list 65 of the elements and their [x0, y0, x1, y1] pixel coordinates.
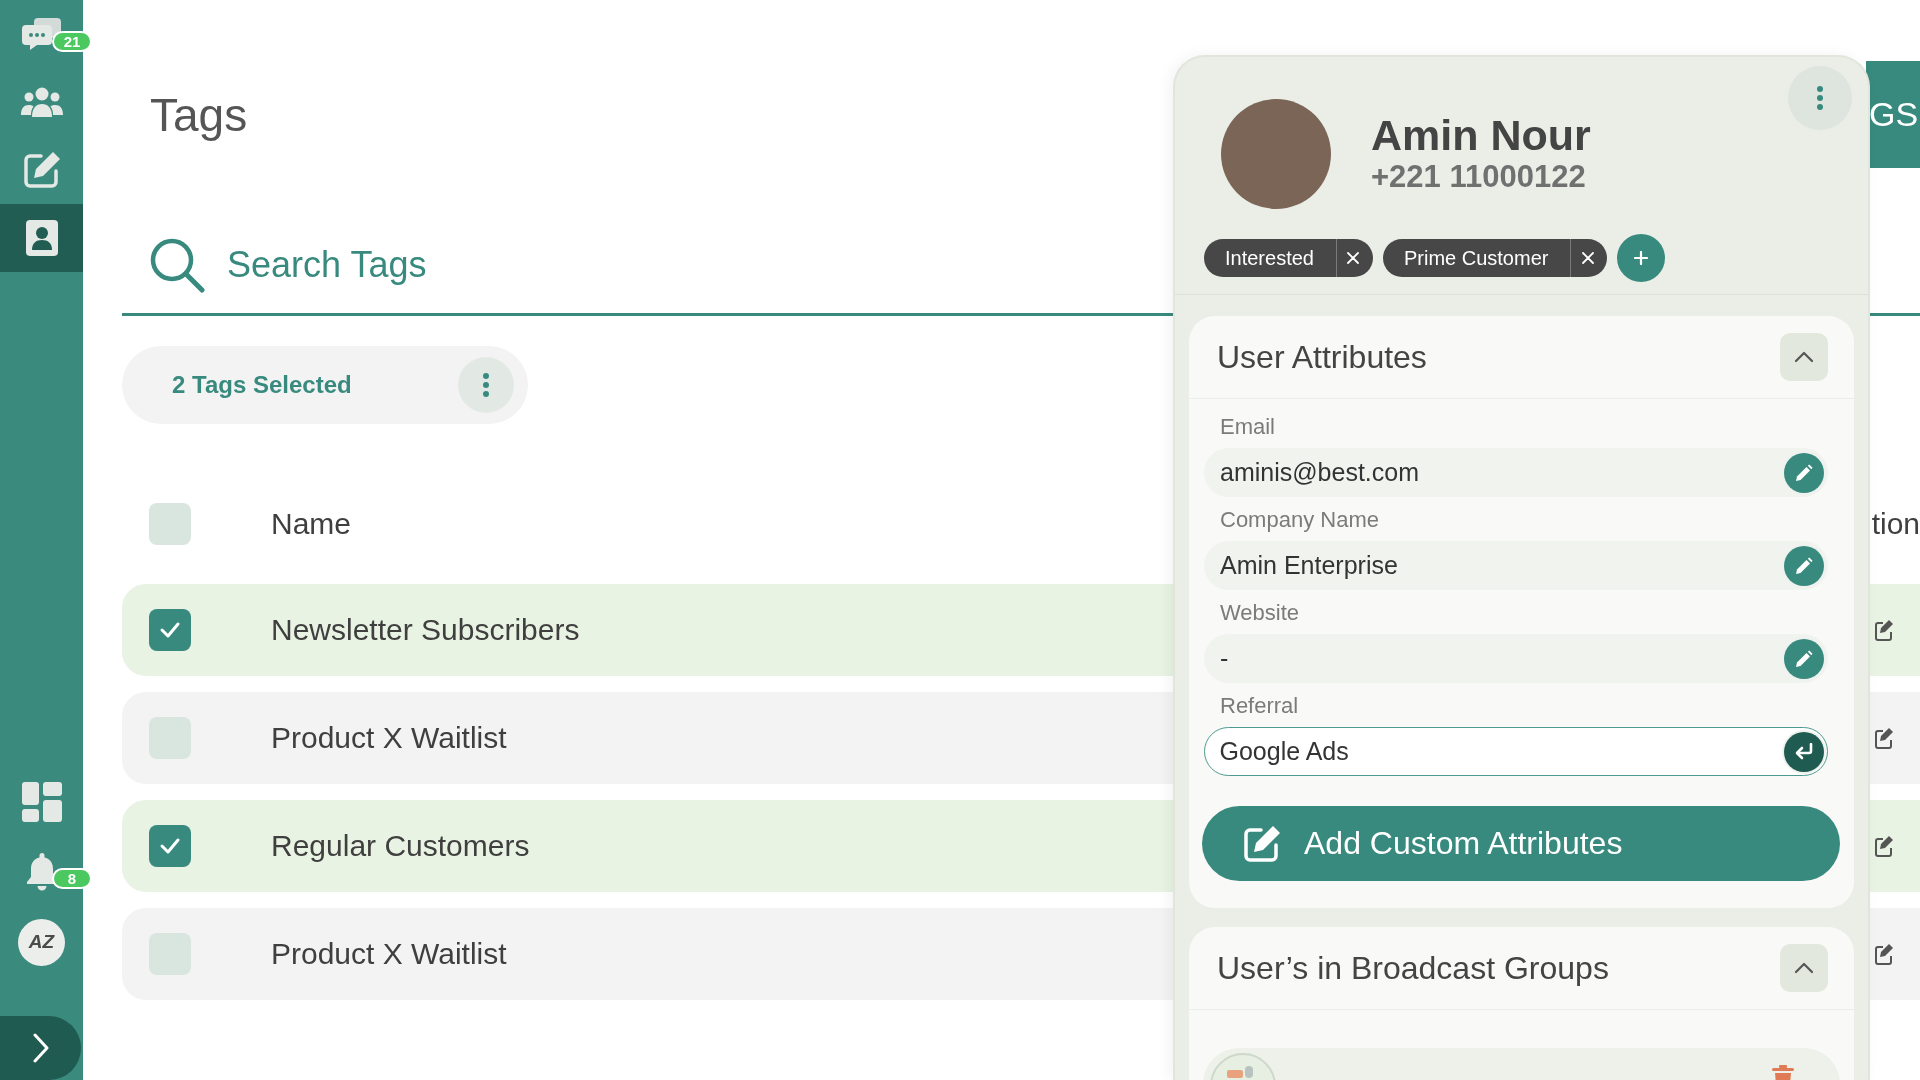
field-label: Website [1219, 600, 1300, 626]
sidebar-item[interactable] [0, 204, 83, 272]
text-field[interactable]: aminis@best.com [1204, 448, 1828, 497]
tag-label: Interested [1224, 246, 1315, 270]
tag-name: Regular Customers [271, 829, 530, 863]
contact-card-icon [24, 219, 59, 257]
chevron-up-icon [1794, 962, 1814, 974]
collapse-button[interactable] [1780, 333, 1828, 381]
edit-icon[interactable] [1874, 835, 1894, 857]
dashboard-icon [21, 782, 62, 822]
close-icon [1581, 252, 1594, 264]
pencil-icon [1795, 463, 1813, 482]
submit-button[interactable] [1784, 731, 1824, 772]
contact-name: Amin Nour [1371, 112, 1591, 158]
checkbox[interactable] [149, 933, 191, 975]
expand-button[interactable] [0, 1016, 81, 1080]
chevron-up-icon [1794, 351, 1814, 363]
close-icon [1347, 252, 1360, 264]
column-header: tion [1871, 507, 1920, 541]
section-title: User’s in Broadcast Groups [1217, 949, 1609, 987]
edit-button[interactable] [1784, 545, 1824, 586]
more-icon [1816, 85, 1824, 111]
field-label: Company Name [1219, 507, 1379, 533]
tag-name: Product X Waitlist [271, 721, 507, 755]
enter-icon [1794, 742, 1814, 761]
count-badge: 8 [52, 868, 92, 889]
tag-label: Prime Customer [1402, 246, 1550, 270]
contact-phone: +221 11000122 [1371, 157, 1587, 196]
header-button[interactable]: GS [1866, 61, 1920, 168]
pencil-icon [1795, 649, 1813, 668]
field-label: Referral [1219, 693, 1299, 719]
text-field[interactable]: Amin Enterprise [1204, 541, 1828, 590]
edit-icon [1242, 823, 1282, 864]
pencil-icon [1795, 556, 1813, 575]
checkbox[interactable] [149, 609, 191, 651]
checkbox[interactable] [149, 825, 191, 867]
people-icon [20, 86, 63, 118]
column-header: Name [271, 507, 352, 541]
selection-count: 2 Tags Selected [172, 371, 352, 399]
tag-name: Product X Waitlist [271, 937, 507, 971]
count-badge: 21 [52, 31, 92, 52]
edit-icon[interactable] [1874, 727, 1894, 749]
collapse-button[interactable] [1780, 944, 1828, 992]
more-button[interactable] [458, 357, 514, 413]
edit-icon [21, 150, 62, 190]
search-icon [149, 236, 205, 293]
chevron-right-icon [32, 1033, 49, 1063]
section-title: User Attributes [1217, 338, 1427, 376]
chat-icon [21, 17, 62, 51]
edit-icon[interactable] [1874, 943, 1894, 965]
search-input[interactable]: Search Tags [227, 243, 867, 286]
add-attributes-button[interactable]: Add Custom Attributes [1202, 806, 1840, 881]
more-icon [482, 372, 490, 398]
logo-avatar[interactable]: AZ [18, 918, 65, 966]
checkbox[interactable] [149, 717, 191, 759]
field-label: Email [1219, 414, 1275, 440]
edit-button[interactable] [1784, 638, 1824, 679]
add-tag-button[interactable] [1617, 234, 1666, 282]
edit-icon[interactable] [1874, 619, 1894, 641]
checkbox[interactable] [149, 503, 191, 545]
tag-name: Newsletter Subscribers [271, 613, 580, 647]
text-field[interactable]: - [1204, 634, 1828, 683]
edit-button[interactable] [1784, 452, 1824, 493]
text-field[interactable]: Google Ads [1204, 727, 1828, 776]
plus-icon [1634, 251, 1649, 265]
